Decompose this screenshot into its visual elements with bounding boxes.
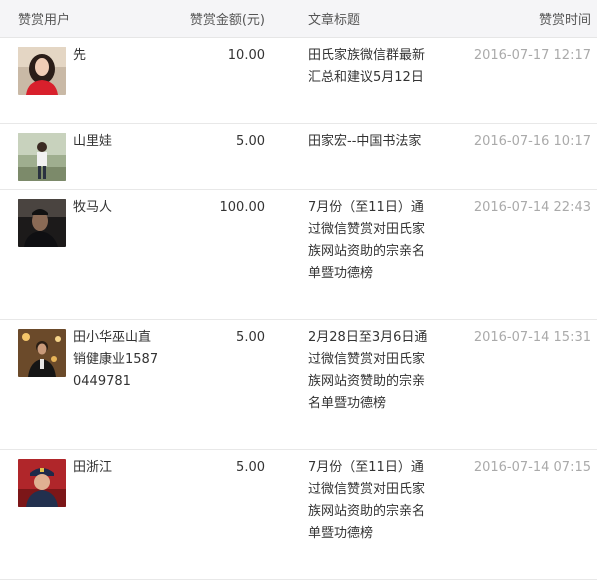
avatar-image (18, 133, 66, 181)
title-cell: 2月28日至3月6日通过微信赞赏对田氏家族网站资赞助的宗亲名单暨功德榜 (296, 319, 446, 450)
user-name[interactable]: 牧马人 (73, 197, 112, 219)
amount-value: 10.00 (227, 48, 265, 63)
table-row: 山里娃 5.00 田家宏--中国书法家 2016-07-16 10:17 (0, 123, 597, 190)
time-cell: 2016-07-14 22:43 (446, 189, 597, 320)
table-row: 先 10.00 田氏家族微信群最新汇总和建议5月12日 2016-07-17 1… (0, 37, 597, 124)
amount-cell: 5.00 (160, 449, 296, 580)
user-name[interactable]: 田小华巫山直销健康业15870449781 (73, 327, 159, 393)
time-value: 2016-07-14 15:31 (473, 330, 591, 345)
amount-value: 5.00 (236, 460, 265, 475)
avatar-image (18, 199, 66, 247)
user-cell: 牧马人 (0, 189, 160, 320)
avatar-image (18, 459, 66, 507)
user-name[interactable]: 先 (73, 45, 86, 67)
time-value: 2016-07-14 07:15 (473, 460, 591, 475)
title-cell: 7月份（至11日）通过微信赞赏对田氏家族网站资助的宗亲名单暨功德榜 (296, 189, 446, 320)
avatar[interactable] (18, 329, 66, 377)
user-info: 田浙江 (18, 459, 159, 507)
avatar-image (18, 329, 66, 377)
article-title-link[interactable]: 田氏家族微信群最新汇总和建议5月12日 (308, 45, 432, 89)
time-cell: 2016-07-16 10:17 (446, 123, 597, 190)
user-name[interactable]: 山里娃 (73, 131, 112, 153)
time-cell: 2016-07-17 12:17 (446, 37, 597, 124)
user-cell: 田小华巫山直销健康业15870449781 (0, 319, 160, 450)
table-row: 田小华巫山直销健康业15870449781 5.00 2月28日至3月6日通过微… (0, 319, 597, 450)
header-amount: 赞赏金额(元) (160, 0, 296, 38)
user-info: 牧马人 (18, 199, 159, 247)
amount-value: 5.00 (236, 134, 265, 149)
user-cell: 田浙江 (0, 449, 160, 580)
amount-cell: 5.00 (160, 123, 296, 190)
header-user: 赞赏用户 (0, 0, 160, 38)
time-cell: 2016-07-14 15:31 (446, 319, 597, 450)
header-time: 赞赏时间 (446, 0, 597, 38)
amount-value: 5.00 (236, 330, 265, 345)
title-cell: 田家宏--中国书法家 (296, 123, 446, 190)
amount-cell: 10.00 (160, 37, 296, 124)
article-title-link[interactable]: 7月份（至11日）通过微信赞赏对田氏家族网站资助的宗亲名单暨功德榜 (308, 197, 432, 285)
title-cell: 田氏家族微信群最新汇总和建议5月12日 (296, 37, 446, 124)
user-info: 田小华巫山直销健康业15870449781 (18, 329, 159, 393)
time-value: 2016-07-16 10:17 (473, 134, 591, 149)
amount-value: 100.00 (219, 200, 266, 215)
table-row: 牧马人 100.00 7月份（至11日）通过微信赞赏对田氏家族网站资助的宗亲名单… (0, 189, 597, 320)
avatar[interactable] (18, 199, 66, 247)
header-row: 赞赏用户 赞赏金额(元) 文章标题 赞赏时间 (0, 0, 597, 38)
avatar[interactable] (18, 47, 66, 95)
article-title-link[interactable]: 田家宏--中国书法家 (308, 131, 432, 153)
header-title: 文章标题 (296, 0, 446, 38)
title-cell: 7月份（至11日）通过微信赞赏对田氏家族网站资助的宗亲名单暨功德榜 (296, 449, 446, 580)
avatar[interactable] (18, 459, 66, 507)
amount-cell: 100.00 (160, 189, 296, 320)
user-name[interactable]: 田浙江 (73, 457, 112, 479)
time-value: 2016-07-14 22:43 (473, 200, 591, 215)
donation-table: 赞赏用户 赞赏金额(元) 文章标题 赞赏时间 先 10.00 田氏家族微信群最新… (0, 0, 597, 580)
avatar-image (18, 47, 66, 95)
user-info: 先 (18, 47, 159, 95)
user-cell: 先 (0, 37, 160, 124)
table-row: 田浙江 5.00 7月份（至11日）通过微信赞赏对田氏家族网站资助的宗亲名单暨功… (0, 449, 597, 580)
article-title-link[interactable]: 7月份（至11日）通过微信赞赏对田氏家族网站资助的宗亲名单暨功德榜 (308, 457, 432, 545)
user-cell: 山里娃 (0, 123, 160, 190)
article-title-link[interactable]: 2月28日至3月6日通过微信赞赏对田氏家族网站资赞助的宗亲名单暨功德榜 (308, 327, 432, 415)
time-value: 2016-07-17 12:17 (473, 48, 591, 63)
avatar[interactable] (18, 133, 66, 181)
time-cell: 2016-07-14 07:15 (446, 449, 597, 580)
table-header: 赞赏用户 赞赏金额(元) 文章标题 赞赏时间 (0, 0, 597, 38)
user-info: 山里娃 (18, 133, 159, 181)
amount-cell: 5.00 (160, 319, 296, 450)
